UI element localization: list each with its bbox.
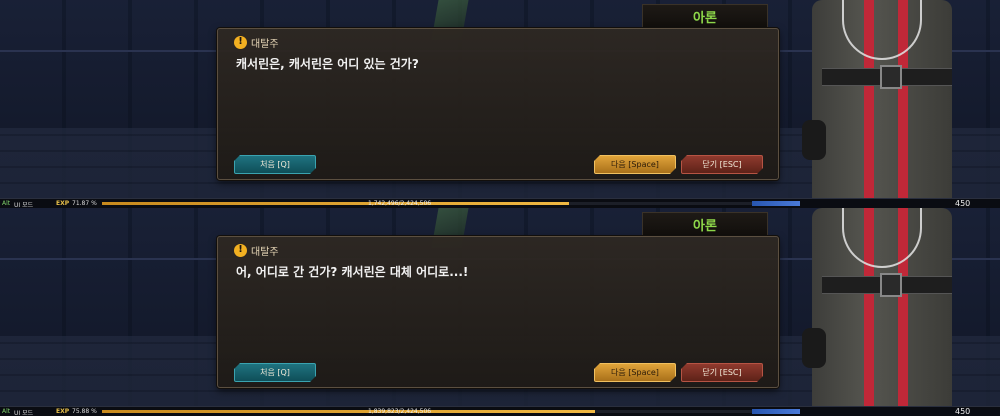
close-button[interactable]: 닫기 [ESC] [681,363,763,382]
ui-mode-toggle[interactable]: UI 모드 [14,200,33,208]
first-button[interactable]: 처음 [Q] [234,363,316,382]
exp-label: EXP [56,200,70,207]
screenshot-panel-top: 아론 ! 대탈주 캐서린은, 캐서린은 어디 있는 건가? 처음 [Q] 다음 … [0,0,1000,208]
exp-amount: 1,839,823/2,424,506 [368,408,432,415]
level-number: 450 [955,407,971,416]
exp-label: EXP [56,408,70,415]
character-hand [802,328,826,368]
belt-buckle [880,273,902,297]
next-button[interactable]: 다음 [Space] [594,363,676,382]
exp-amount: 1,742,496/2,424,506 [368,200,432,207]
screenshot-panel-bottom: 아론 ! 대탈주 어, 어디로 간 건가? 캐서린은 대체 어디로...! 처음… [0,208,1000,416]
first-button[interactable]: 처음 [Q] [234,155,316,174]
level-number: 450 [955,199,971,208]
belt-buckle [880,65,902,89]
dialog-window: ! 대탈주 캐서린은, 캐서린은 어디 있는 건가? 처음 [Q] 다음 [Sp… [217,28,779,180]
npc-name-plate: 아론 [642,4,768,28]
close-button[interactable]: 닫기 [ESC] [681,155,763,174]
secondary-gauge [752,201,800,206]
secondary-gauge [752,409,800,414]
quest-title: 대탈주 [251,246,279,258]
npc-name-plate: 아론 [642,212,768,236]
quest-header: ! 대탈주 [234,242,279,258]
exp-percent: 75.88 % [72,408,97,415]
exp-fill [102,410,596,413]
exp-status-bar: Alt UI 모드 EXP 71.87 % 1,742,496/2,424,50… [0,198,1000,208]
exp-status-bar: Alt UI 모드 EXP 75.88 % 1,839,823/2,424,50… [0,406,1000,416]
npc-character [802,208,952,406]
dialog-message: 어, 어디로 간 건가? 캐서린은 대체 어디로...! [236,265,469,279]
dialog-message: 캐서린은, 캐서린은 어디 있는 건가? [236,57,419,71]
ui-mode-toggle[interactable]: UI 모드 [14,408,33,416]
character-hand [802,120,826,160]
exclamation-circle-icon: ! [234,35,247,49]
npc-character [802,0,952,198]
alt-key-hint: Alt [2,408,11,415]
exp-percent: 71.87 % [72,200,97,207]
dialog-window: ! 대탈주 어, 어디로 간 건가? 캐서린은 대체 어디로...! 처음 [Q… [217,236,779,388]
next-button[interactable]: 다음 [Space] [594,155,676,174]
alt-key-hint: Alt [2,200,11,207]
quest-title: 대탈주 [251,38,279,50]
quest-header: ! 대탈주 [234,34,279,50]
exclamation-circle-icon: ! [234,243,247,257]
exp-fill [102,202,570,205]
